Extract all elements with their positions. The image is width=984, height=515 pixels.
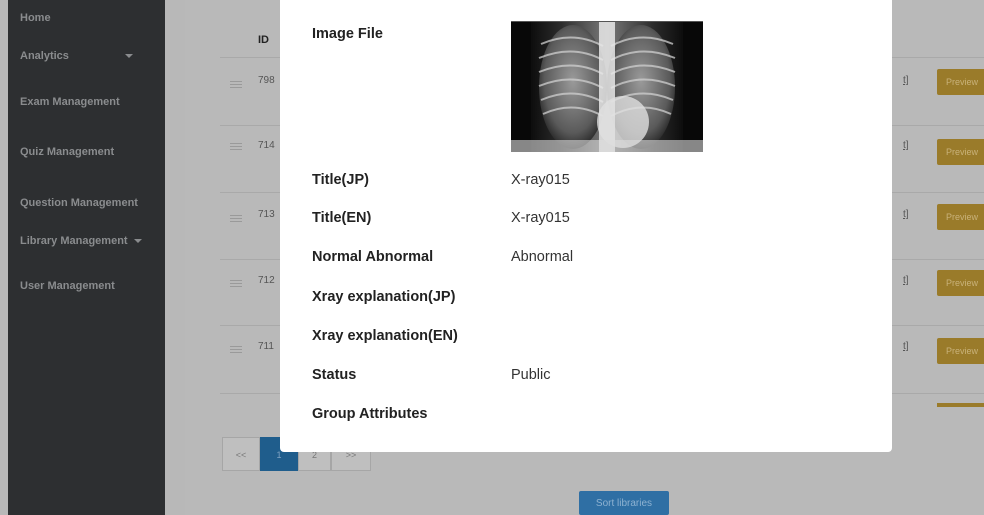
sidebar: Home Analytics Exam Management Quiz Mana… [8,0,165,515]
chevron-down-icon [124,54,133,59]
row-id: 712 [258,275,275,286]
chevron-down-icon [133,239,142,244]
sort-libraries-button[interactable]: Sort libraries [579,491,669,515]
field-label-title-en: Title(EN) [312,210,372,226]
library-detail-modal: Image File Title(JP) X-ray015 Title(EN) … [280,0,892,452]
field-label-xray-explanation-en: Xray explanation(EN) [312,328,458,344]
drag-handle-icon[interactable] [230,215,242,224]
sidebar-item-label: Quiz Management [20,146,115,158]
preview-button[interactable]: Preview [937,338,984,364]
sidebar-item-label: User Management [20,280,115,292]
sidebar-item-label: Analytics [20,50,69,62]
field-label-xray-explanation-jp: Xray explanation(JP) [312,289,456,305]
field-value-title-jp: X-ray015 [511,172,570,188]
row-link[interactable]: t] [903,341,909,352]
sidebar-item-quiz-management[interactable]: Quiz Management [20,146,114,158]
row-id: 711 [258,341,274,352]
sidebar-item-exam-management[interactable]: Exam Management [20,96,120,108]
row-link[interactable]: t] [903,75,909,86]
field-value-title-en: X-ray015 [511,210,570,226]
field-label-status: Status [312,367,357,383]
preview-button-partial [937,403,984,407]
preview-button[interactable]: Preview [937,270,984,296]
preview-button[interactable]: Preview [937,69,984,95]
column-header-id: ID [258,34,269,46]
sidebar-item-library-management[interactable]: Library Management [20,235,142,247]
field-value-normal-abnormal: Abnormal [511,249,574,265]
row-id: 798 [258,75,275,86]
field-value-status: Public [511,367,551,383]
row-link[interactable]: t] [903,209,909,220]
sidebar-item-home[interactable]: Home [20,12,51,24]
sidebar-item-analytics[interactable]: Analytics [20,50,133,62]
sidebar-item-label: Library Management [20,235,128,247]
drag-handle-icon[interactable] [230,346,242,355]
preview-button[interactable]: Preview [937,204,984,230]
sidebar-item-user-management[interactable]: User Management [20,280,115,292]
field-label-normal-abnormal: Normal Abnormal [312,249,434,265]
xray-image [511,21,703,152]
drag-handle-icon[interactable] [230,143,242,152]
pagination-first[interactable]: << [222,437,260,471]
row-link[interactable]: t] [903,140,909,151]
drag-handle-icon[interactable] [230,81,242,90]
row-id: 713 [258,209,275,220]
row-id: 714 [258,140,275,151]
sidebar-item-label: Exam Management [20,96,120,108]
drag-handle-icon[interactable] [230,280,242,289]
field-label-group-attributes: Group Attributes [312,406,428,422]
sidebar-item-question-management[interactable]: Question Management [20,197,138,209]
field-label-title-jp: Title(JP) [312,172,369,188]
image-file-label: Image File [312,26,383,42]
sidebar-item-label: Question Management [20,197,138,209]
preview-button[interactable]: Preview [937,139,984,165]
sidebar-item-label: Home [20,12,51,24]
row-link[interactable]: t] [903,275,909,286]
